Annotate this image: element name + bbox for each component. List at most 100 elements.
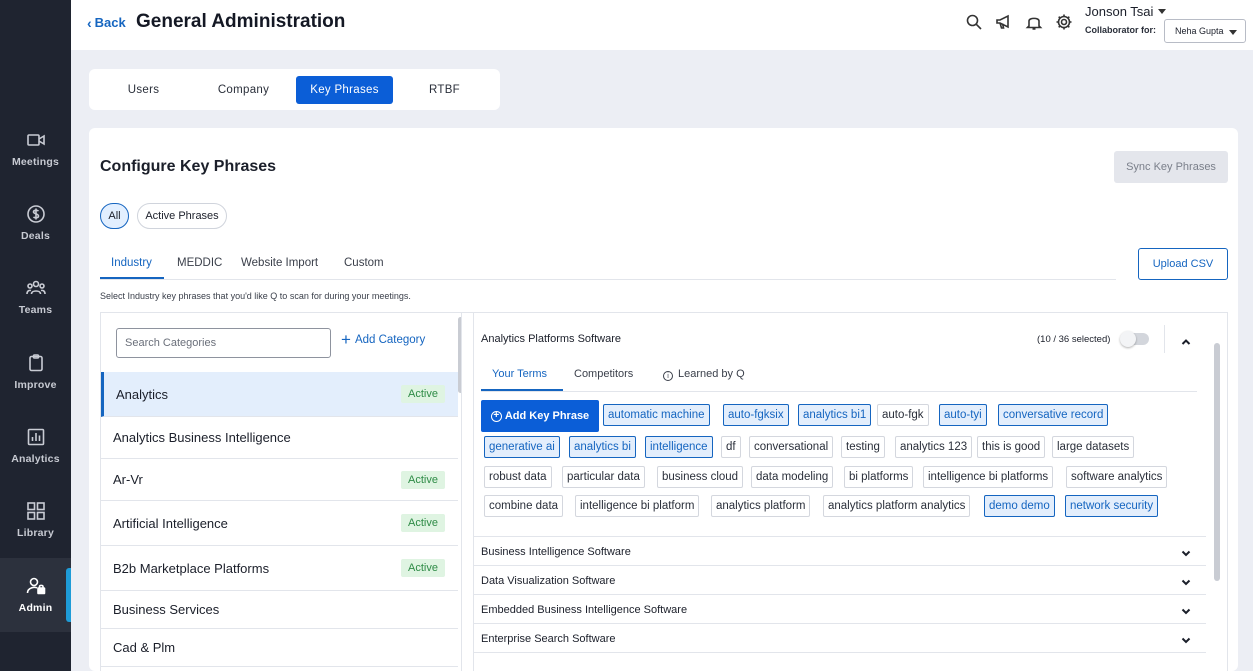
add-key-phrase-button[interactable]: + Add Key Phrase — [481, 400, 599, 432]
search-categories-input[interactable]: Search Categories — [116, 328, 331, 358]
filter-all[interactable]: All — [100, 203, 129, 229]
category-name: Analytics Business Intelligence — [113, 430, 291, 445]
gear-icon[interactable] — [1055, 13, 1073, 31]
search-icon[interactable] — [965, 13, 983, 31]
key-phrase-chip[interactable]: business cloud — [657, 466, 744, 488]
megaphone-icon[interactable] — [995, 13, 1013, 31]
category-row[interactable]: Ar-Vr Active — [101, 459, 458, 501]
category-section-row[interactable] — [474, 652, 1206, 671]
key-phrase-chip[interactable]: generative ai — [484, 436, 560, 458]
sync-key-phrases-button[interactable]: Sync Key Phrases — [1114, 151, 1228, 183]
key-phrase-chip[interactable]: intelligence bi platform — [575, 495, 700, 517]
add-key-phrase-label: Add Key Phrase — [504, 410, 590, 422]
key-phrase-chip[interactable]: auto-fgksix — [723, 404, 789, 426]
key-phrase-chip[interactable]: analytics platform analytics — [823, 495, 971, 517]
info-icon: i — [663, 371, 673, 381]
collaborator-select[interactable]: Neha Gupta — [1164, 19, 1246, 43]
nav-label: Meetings — [11, 156, 60, 168]
term-tab-active-underline — [481, 389, 563, 391]
nav-deals[interactable]: Deals — [0, 186, 71, 260]
back-label: Back — [94, 15, 126, 30]
tab-company[interactable]: Company — [196, 76, 291, 104]
nav-admin[interactable]: Admin — [0, 558, 71, 632]
dollar-icon — [26, 205, 45, 223]
chevron-up-icon[interactable] — [1181, 335, 1191, 345]
category-row[interactable]: Analytics Active — [101, 372, 458, 417]
video-camera-icon — [26, 134, 45, 146]
upload-csv-button[interactable]: Upload CSV — [1138, 248, 1228, 280]
add-category-label: Add Category — [354, 334, 426, 346]
category-section-row[interactable]: Data Visualization Software — [474, 565, 1206, 594]
panel-divider — [462, 312, 473, 671]
key-phrase-chip[interactable]: particular data — [562, 466, 645, 488]
helper-text: Select Industry key phrases that you'd l… — [100, 291, 411, 301]
subtab-industry[interactable]: Industry — [111, 257, 152, 269]
key-phrase-chip[interactable]: intelligence — [645, 436, 713, 458]
key-phrase-chip[interactable]: analytics 123 — [895, 436, 973, 458]
category-row[interactable]: Cad & Plm — [101, 629, 458, 667]
subtab-active-underline — [100, 277, 164, 279]
key-phrase-chip[interactable]: conversative record — [998, 404, 1109, 426]
nav-improve[interactable]: Improve — [0, 335, 71, 409]
tab-key-phrases[interactable]: Key Phrases — [296, 76, 393, 104]
scrollbar[interactable] — [1214, 343, 1220, 581]
subtab-meddic[interactable]: MEDDIC — [177, 257, 222, 269]
key-phrase-chip[interactable]: bi platforms — [844, 466, 914, 488]
key-phrase-chip[interactable]: auto-fgk — [877, 404, 929, 426]
category-section-row[interactable]: Embedded Business Intelligence Software — [474, 594, 1206, 623]
key-phrase-chip[interactable]: robust data — [484, 466, 552, 488]
category-section-row[interactable]: Enterprise Search Software — [474, 623, 1206, 652]
key-phrase-chip[interactable]: analytics bi — [569, 436, 636, 458]
subtab-website-import[interactable]: Website Import — [241, 257, 318, 269]
key-phrase-chip[interactable]: demo demo — [984, 495, 1055, 517]
selected-count: (10 / 36 selected) — [1037, 334, 1111, 345]
category-row[interactable]: B2b Marketplace Platforms Active — [101, 546, 458, 591]
tab-competitors[interactable]: Competitors — [574, 368, 633, 380]
section-title: Configure Key Phrases — [100, 158, 277, 175]
key-phrase-chip[interactable]: software analytics — [1066, 466, 1168, 488]
key-phrase-chip[interactable]: df — [721, 436, 741, 458]
key-phrase-chip[interactable]: analytics platform — [711, 495, 811, 517]
key-phrase-chip[interactable]: auto-tyi — [939, 404, 987, 426]
nav-library[interactable]: Library — [0, 483, 71, 557]
tab-your-terms[interactable]: Your Terms — [492, 368, 547, 380]
team-icon — [25, 280, 46, 295]
subtab-custom[interactable]: Custom — [344, 257, 384, 269]
key-phrase-chip[interactable]: data modeling — [751, 466, 834, 488]
key-phrase-chip[interactable]: automatic machine — [603, 404, 710, 426]
key-phrase-chip[interactable]: combine data — [484, 495, 564, 517]
category-row[interactable]: Business Services — [101, 591, 458, 629]
key-phrase-chip[interactable]: analytics bi1 — [798, 404, 872, 426]
active-badge: Active — [401, 385, 445, 403]
tab-learned-by-q[interactable]: i Learned by Q — [663, 368, 745, 381]
collaborator-label: Collaborator for: — [1085, 25, 1156, 35]
bell-icon[interactable] — [1025, 13, 1043, 31]
key-phrase-chip[interactable]: conversational — [749, 436, 834, 458]
category-row[interactable]: Artificial Intelligence Active — [101, 501, 458, 546]
user-name[interactable]: Jonson Tsai — [1085, 4, 1153, 19]
caret-down-icon — [1229, 30, 1237, 35]
tab-users[interactable]: Users — [96, 76, 191, 104]
select-all-toggle[interactable] — [1120, 331, 1149, 347]
nav-teams[interactable]: Teams — [0, 260, 71, 334]
active-badge: Active — [401, 559, 445, 577]
nav-analytics[interactable]: Analytics — [0, 409, 71, 483]
category-section-row[interactable]: Business Intelligence Software — [474, 536, 1206, 565]
key-phrase-chip[interactable]: large datasets — [1052, 436, 1135, 458]
key-phrase-chip[interactable]: this is good — [977, 436, 1046, 458]
tab-rtbf[interactable]: RTBF — [397, 76, 492, 104]
key-phrase-chip[interactable]: intelligence bi platforms — [923, 466, 1054, 488]
plus-icon: + — [341, 330, 351, 349]
key-phrase-chip[interactable]: network security — [1065, 495, 1159, 517]
caret-down-icon[interactable] — [1158, 9, 1166, 14]
filter-active-phrases[interactable]: Active Phrases — [137, 203, 227, 229]
add-category-button[interactable]: + Add Category — [341, 330, 426, 349]
nav-label: Library — [17, 527, 54, 539]
category-detail-title: Analytics Platforms Software — [481, 333, 621, 345]
back-button[interactable]: ‹ Back — [87, 15, 126, 30]
category-row[interactable]: Analytics Business Intelligence — [101, 417, 458, 459]
section-name: Data Visualization Software — [481, 575, 616, 587]
nav-meetings[interactable]: Meetings — [0, 112, 71, 186]
key-phrase-chip[interactable]: testing — [841, 436, 885, 458]
configure-key-phrases-card: Configure Key Phrases Sync Key Phrases A… — [89, 128, 1238, 671]
